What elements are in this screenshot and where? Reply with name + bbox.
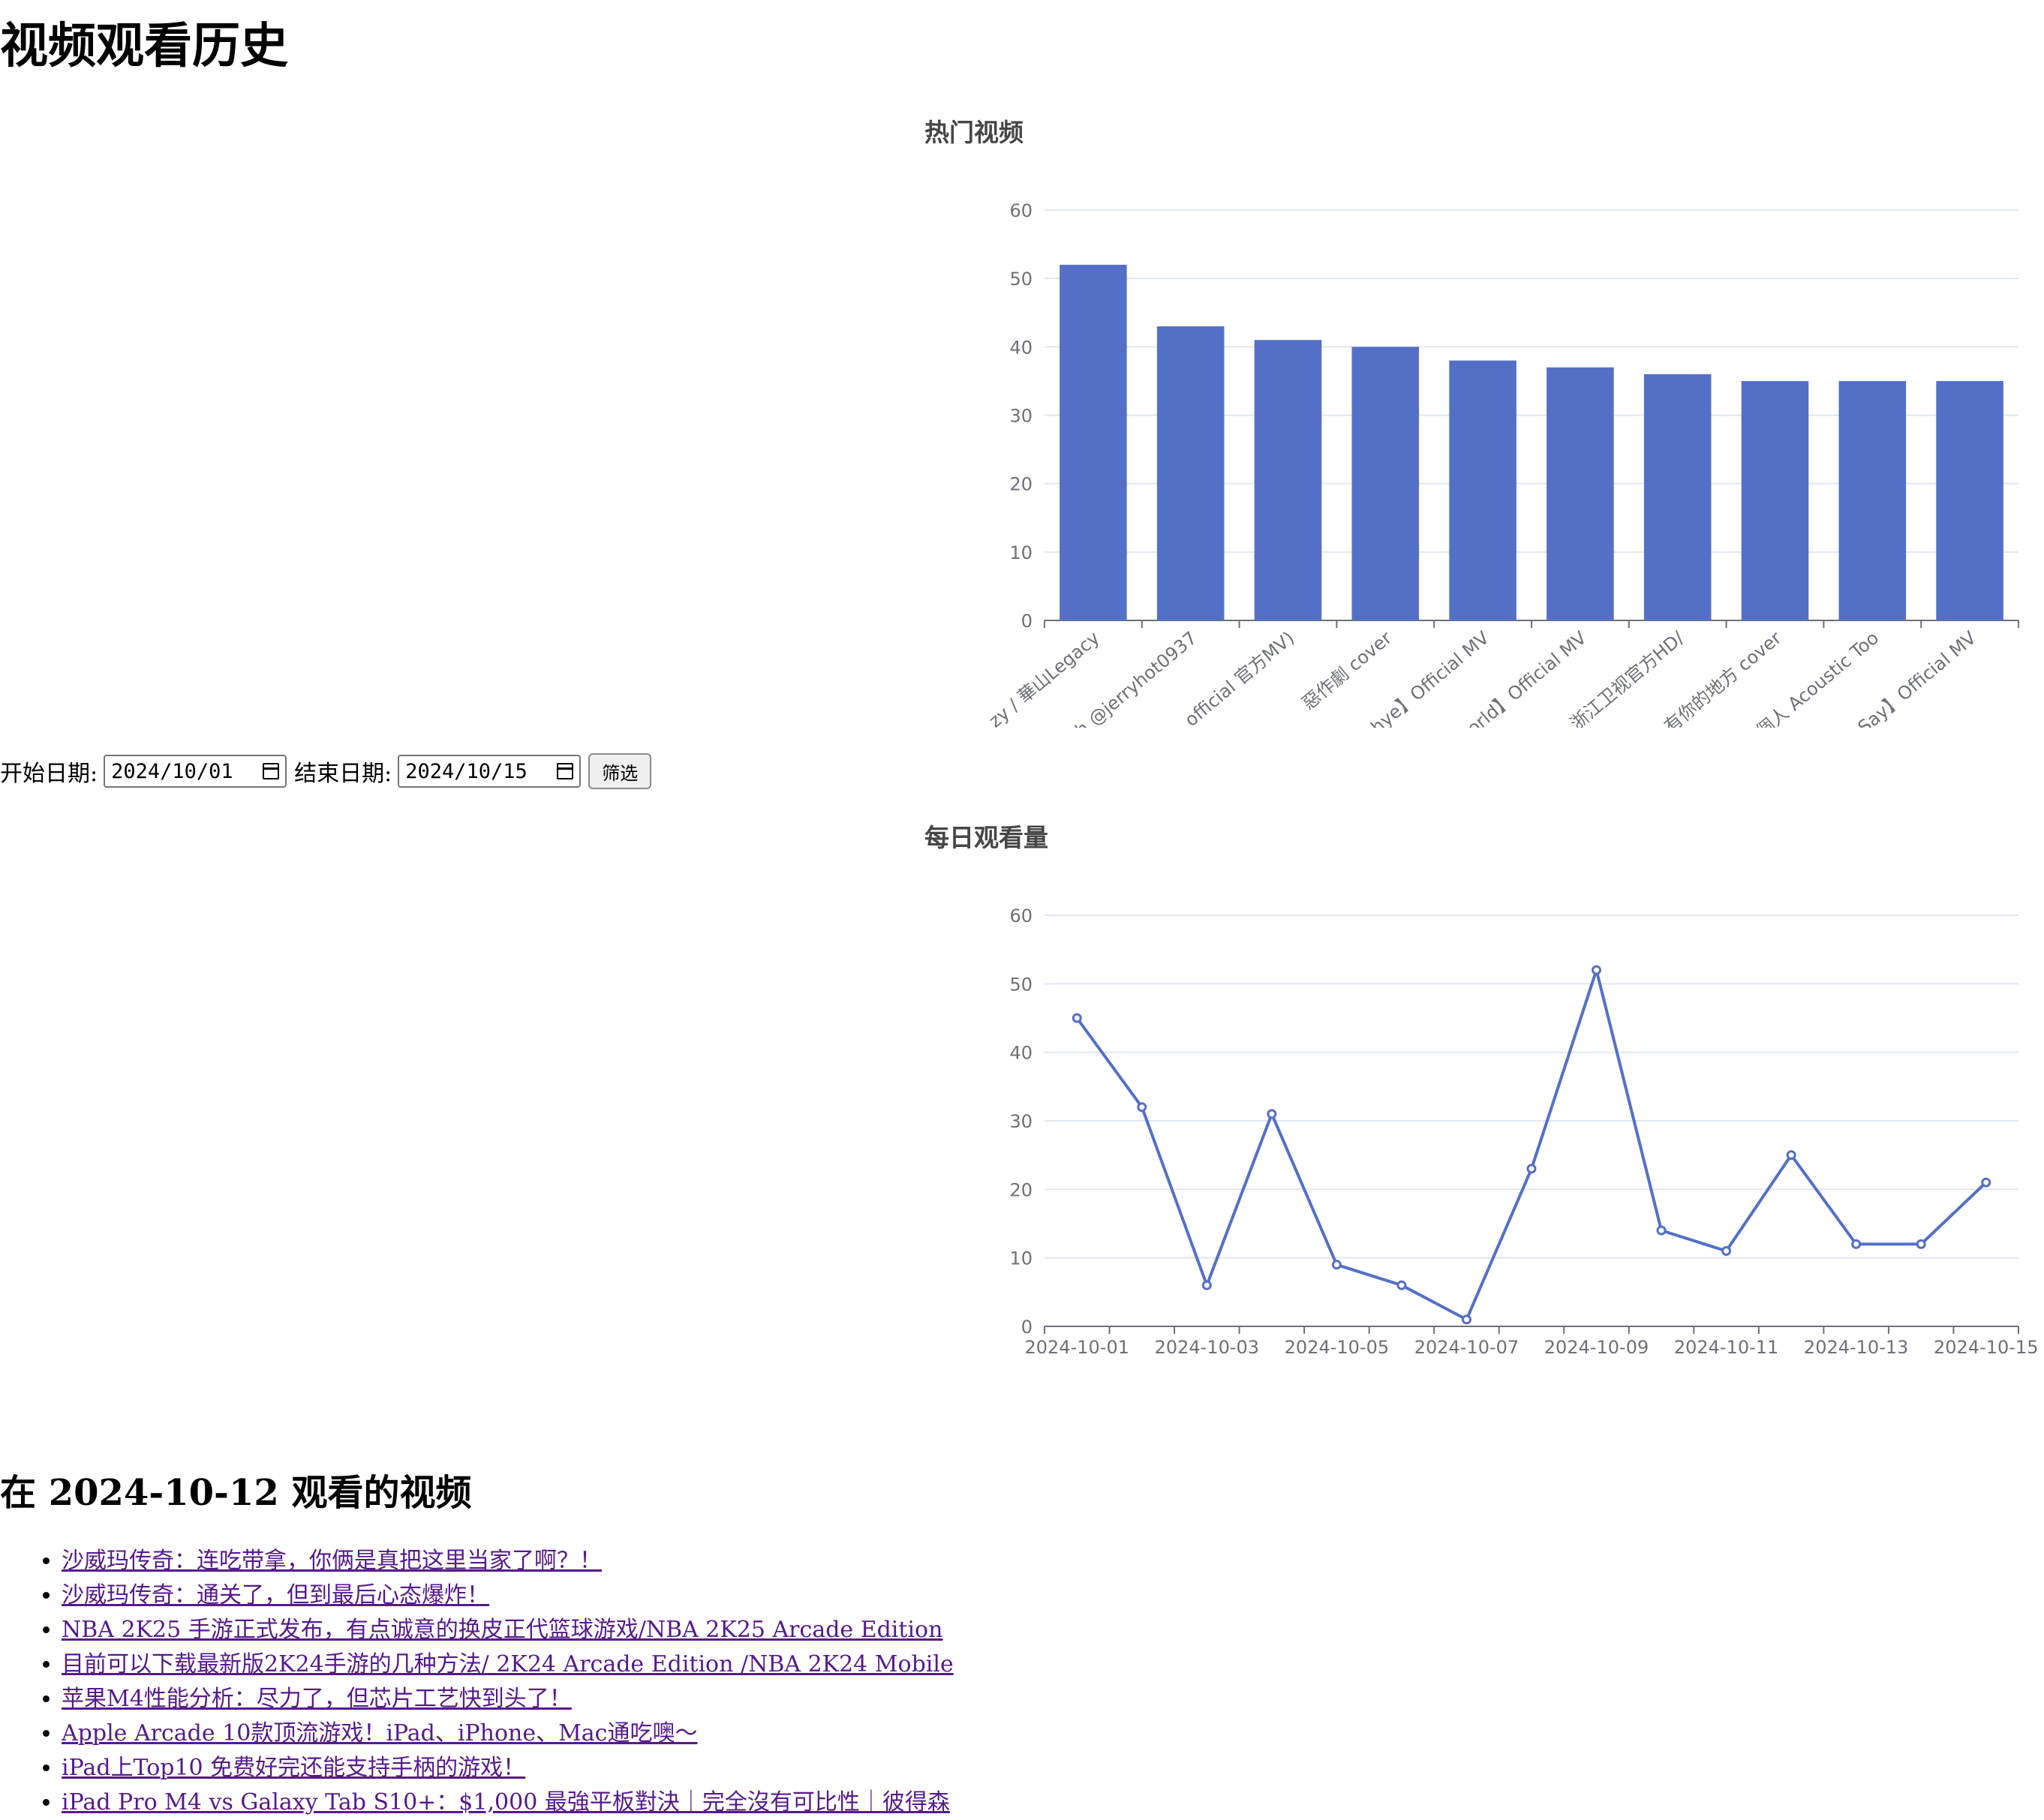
x-tick-label: 2024-10-05 [1285, 1337, 1389, 1358]
filter-button[interactable]: 筛选 [588, 753, 652, 789]
video-link[interactable]: 沙威玛传奇：连吃带拿，你俩是真把这里当家了啊？！ [62, 1548, 602, 1574]
x-tick-label: 2024-10-03 [1155, 1337, 1259, 1358]
video-link[interactable]: 目前可以下载最新版2K24手游的几种方法/ 2K24 Arcade Editio… [62, 1651, 954, 1677]
y-tick-label: 30 [1009, 1111, 1033, 1132]
bar [1254, 340, 1322, 620]
video-link[interactable]: NBA 2K25 手游正式发布，有点诚意的换皮正代篮球游戏/NBA 2K25 A… [62, 1617, 942, 1643]
data-point [1916, 1239, 1926, 1249]
data-point [1201, 1280, 1212, 1290]
x-tick-label: 2024-10-07 [1414, 1337, 1519, 1358]
bar [1838, 380, 1907, 620]
data-point [1721, 1246, 1732, 1257]
page-title: 视频观看历史 [0, 18, 288, 74]
list-item: 沙威玛传奇：连吃带拿，你俩是真把这里当家了啊？！ [62, 1544, 954, 1578]
video-list: 沙威玛传奇：连吃带拿，你俩是真把这里当家了啊？！ 沙威玛传奇：通关了，但到最后心态… [0, 1544, 954, 1820]
data-point [1137, 1102, 1147, 1113]
line-chart-svg: 0 10 20 30 40 50 60 2024-10-01 2024-10-03 2024-10… [1009, 905, 2038, 1358]
y-tick-label: 40 [1009, 1043, 1033, 1064]
data-point [1331, 1260, 1342, 1270]
date-filter-bar: 开始日期: 2024/10/01 结束日期: 2024/10/15 筛选 [0, 753, 652, 789]
video-link[interactable]: iPad上Top10 免费好完还能支持手柄的游戏！ [62, 1755, 525, 1781]
data-point [1786, 1150, 1796, 1161]
x-tick-label: 2024-10-01 [1025, 1337, 1129, 1358]
data-point [1396, 1280, 1407, 1290]
y-tick-label: 50 [1009, 974, 1033, 995]
end-date-label: 结束日期: [294, 761, 392, 787]
daily-views-chart: 每日观看量 0 10 20 30 40 50 60 2024-10-01 2024-10-03 2… [924, 818, 2044, 1388]
video-link[interactable]: 沙威玛传奇：通关了，但到最后心态爆炸！ [62, 1582, 489, 1608]
series-line [1075, 969, 1988, 1321]
data-point [1072, 1013, 1082, 1023]
section-title: 在 2024-10-12 观看的视频 [0, 1472, 472, 1514]
start-date-label: 开始日期: [0, 761, 98, 787]
x-tick-label: 2024-10-09 [1544, 1337, 1649, 1358]
x-tick-label: 2024-10-15 [1934, 1337, 2038, 1358]
top-videos-chart: 热门视频 0 10 20 30 40 50 60 zy / 華山Legacy th @jerry… [924, 113, 2044, 728]
x-tick-label: 惡作劇 cover [1298, 627, 1396, 714]
y-tick-label: 10 [1009, 542, 1033, 563]
start-date-value: 2024/10/01 [111, 759, 233, 783]
bar [1351, 347, 1420, 620]
data-point [1656, 1225, 1667, 1236]
data-point [1267, 1109, 1277, 1119]
y-tick-label: 10 [1009, 1248, 1033, 1269]
list-item: 目前可以下载最新版2K24手游的几种方法/ 2K24 Arcade Editio… [62, 1647, 954, 1682]
data-point [1461, 1314, 1471, 1325]
y-tick-label: 0 [1021, 611, 1033, 632]
y-tick-label: 20 [1009, 474, 1033, 495]
y-tick-label: 20 [1009, 1179, 1033, 1200]
end-date-input[interactable]: 2024/10/15 [398, 755, 582, 788]
y-tick-label: 50 [1009, 269, 1033, 290]
calendar-icon[interactable] [557, 763, 574, 779]
data-point [1592, 965, 1602, 975]
data-point [1981, 1177, 1991, 1188]
y-tick-label: 0 [1021, 1317, 1033, 1338]
y-tick-label: 30 [1009, 406, 1033, 427]
list-item: iPad上Top10 免费好完还能支持手柄的游戏！ [62, 1751, 954, 1785]
end-date-value: 2024/10/15 [405, 759, 528, 783]
list-item: 沙威玛传奇：通关了，但到最后心态爆炸！ [62, 1578, 954, 1613]
video-link[interactable]: 苹果M4性能分析：尽力了，但芯片工艺快到头了！ [62, 1686, 572, 1712]
bar [1449, 360, 1516, 620]
bar [1936, 380, 2003, 620]
bar [1060, 264, 1127, 620]
y-tick-label: 40 [1009, 337, 1033, 358]
list-item: NBA 2K25 手游正式发布，有点诚意的换皮正代篮球游戏/NBA 2K25 A… [62, 1613, 954, 1647]
y-tick-label: 60 [1009, 905, 1033, 927]
video-link[interactable]: iPad Pro M4 vs Galaxy Tab S10+：$1,000 最強… [62, 1789, 950, 1815]
x-tick-label: 2024-10-11 [1674, 1337, 1778, 1358]
y-tick-label: 60 [1009, 200, 1033, 221]
list-item: iPad Pro M4 vs Galaxy Tab S10+：$1,000 最強… [62, 1785, 954, 1820]
start-date-input[interactable]: 2024/10/01 [104, 755, 287, 788]
bar [1156, 326, 1225, 620]
x-tick-label: 2024-10-13 [1804, 1337, 1908, 1358]
video-link[interactable]: Apple Arcade 10款顶流游戏！iPad、iPhone、Mac通吃噢～ [62, 1720, 698, 1746]
calendar-icon[interactable] [263, 763, 280, 779]
list-item: Apple Arcade 10款顶流游戏！iPad、iPhone、Mac通吃噢～ [62, 1716, 954, 1751]
list-item: 苹果M4性能分析：尽力了，但芯片工艺快到头了！ [62, 1682, 954, 1716]
data-point [1851, 1239, 1862, 1249]
bar-chart-svg: 0102030405060zy / 華山Legacyth @jerryhot09… [984, 200, 2019, 728]
bar [1547, 367, 1614, 620]
bar [1643, 374, 1712, 620]
bar [1741, 380, 1809, 620]
data-point [1526, 1164, 1537, 1174]
